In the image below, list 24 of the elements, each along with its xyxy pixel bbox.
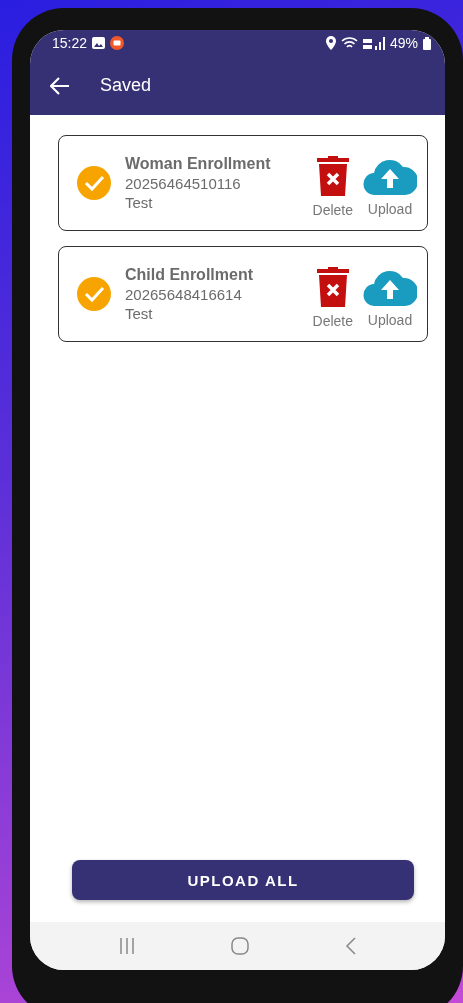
battery-icon: [423, 36, 431, 50]
status-time: 15:22: [52, 35, 88, 51]
upload-all-button[interactable]: UPLOAD ALL: [72, 860, 414, 900]
delete-button[interactable]: Delete: [312, 156, 353, 218]
record-number: 20256464510116: [125, 175, 242, 192]
delete-button[interactable]: Delete: [312, 267, 353, 329]
recent-apps-icon[interactable]: [117, 937, 136, 955]
image-icon: [92, 37, 106, 49]
back-icon[interactable]: [345, 937, 358, 955]
record-icon: [110, 36, 125, 50]
wifi-icon: [340, 36, 358, 50]
check-icon[interactable]: [77, 166, 111, 200]
screen-title: Saved: [100, 75, 152, 96]
check-icon[interactable]: [77, 277, 111, 311]
record-note: Test: [125, 194, 154, 211]
record-title: Woman Enrollment: [125, 155, 272, 173]
back-arrow-icon[interactable]: [50, 76, 70, 95]
record-title: Child Enrollment: [125, 266, 254, 284]
battery-percent: 49%: [389, 35, 418, 51]
location-icon: [325, 36, 336, 50]
record-note: Test: [125, 305, 154, 322]
signal-icon: [362, 36, 385, 50]
home-icon[interactable]: [231, 937, 250, 955]
record-number: 20265648416614: [125, 286, 243, 303]
